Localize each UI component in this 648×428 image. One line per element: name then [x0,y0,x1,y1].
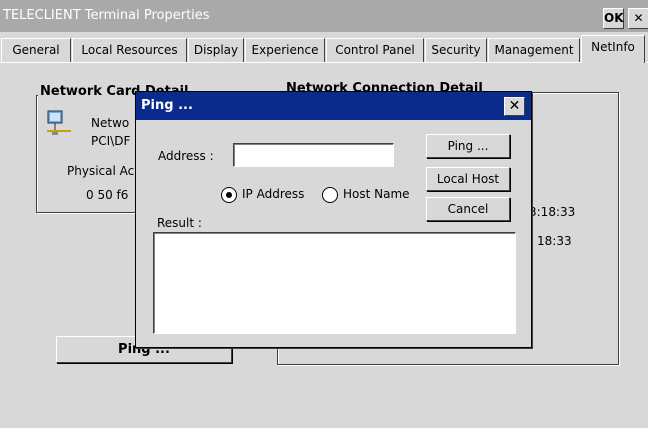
address-input[interactable] [233,143,394,167]
ip-address-radio-dot [226,192,232,198]
tab-security[interactable]: Security [425,38,487,62]
result-label: Result : [157,216,202,230]
address-label: Address : [158,149,214,163]
network-card-id: PCI\DF [91,134,131,148]
tab-underline [0,62,648,63]
tab-experience[interactable]: Experience [245,38,325,62]
connection-time-2: 18:33 [537,234,572,248]
ping-dialog-close-button[interactable]: ✕ [504,97,525,116]
host-name-label: Host Name [343,187,410,201]
ping-dialog-title-bar: Ping ... ✕ [136,92,531,120]
window-title: TELECLIENT Terminal Properties [3,8,210,23]
connection-time-1: 3:18:33 [529,205,576,219]
host-name-radio[interactable] [322,187,338,203]
network-card-name: Netwo [91,116,130,130]
ping-dialog-title: Ping ... [141,98,193,113]
cancel-button[interactable]: Cancel [426,197,510,221]
physical-address-value: 0 50 f6 [86,188,129,202]
ok-button[interactable]: OK [603,8,624,29]
tab-netinfo[interactable]: NetInfo [581,35,645,63]
tab-control-panel[interactable]: Control Panel [326,38,424,62]
physical-address-label: Physical Ac [67,164,135,178]
network-card-icon [44,108,74,138]
close-button[interactable]: ✕ [628,8,648,29]
tab-general[interactable]: General [1,38,71,62]
local-host-button[interactable]: Local Host [426,167,510,191]
result-textarea[interactable] [153,232,516,334]
ip-address-radio[interactable] [221,187,237,203]
ping-dialog: Ping ... ✕ Address : IP Address Host Nam… [135,91,532,348]
ip-address-label: IP Address [242,187,305,201]
ping-button[interactable]: Ping ... [426,134,510,158]
title-bar: TELECLIENT Terminal Properties OK ✕ [0,0,648,32]
tab-local-resources[interactable]: Local Resources [72,38,187,62]
tab-display[interactable]: Display [188,38,244,62]
tab-management[interactable]: Management [488,38,580,62]
